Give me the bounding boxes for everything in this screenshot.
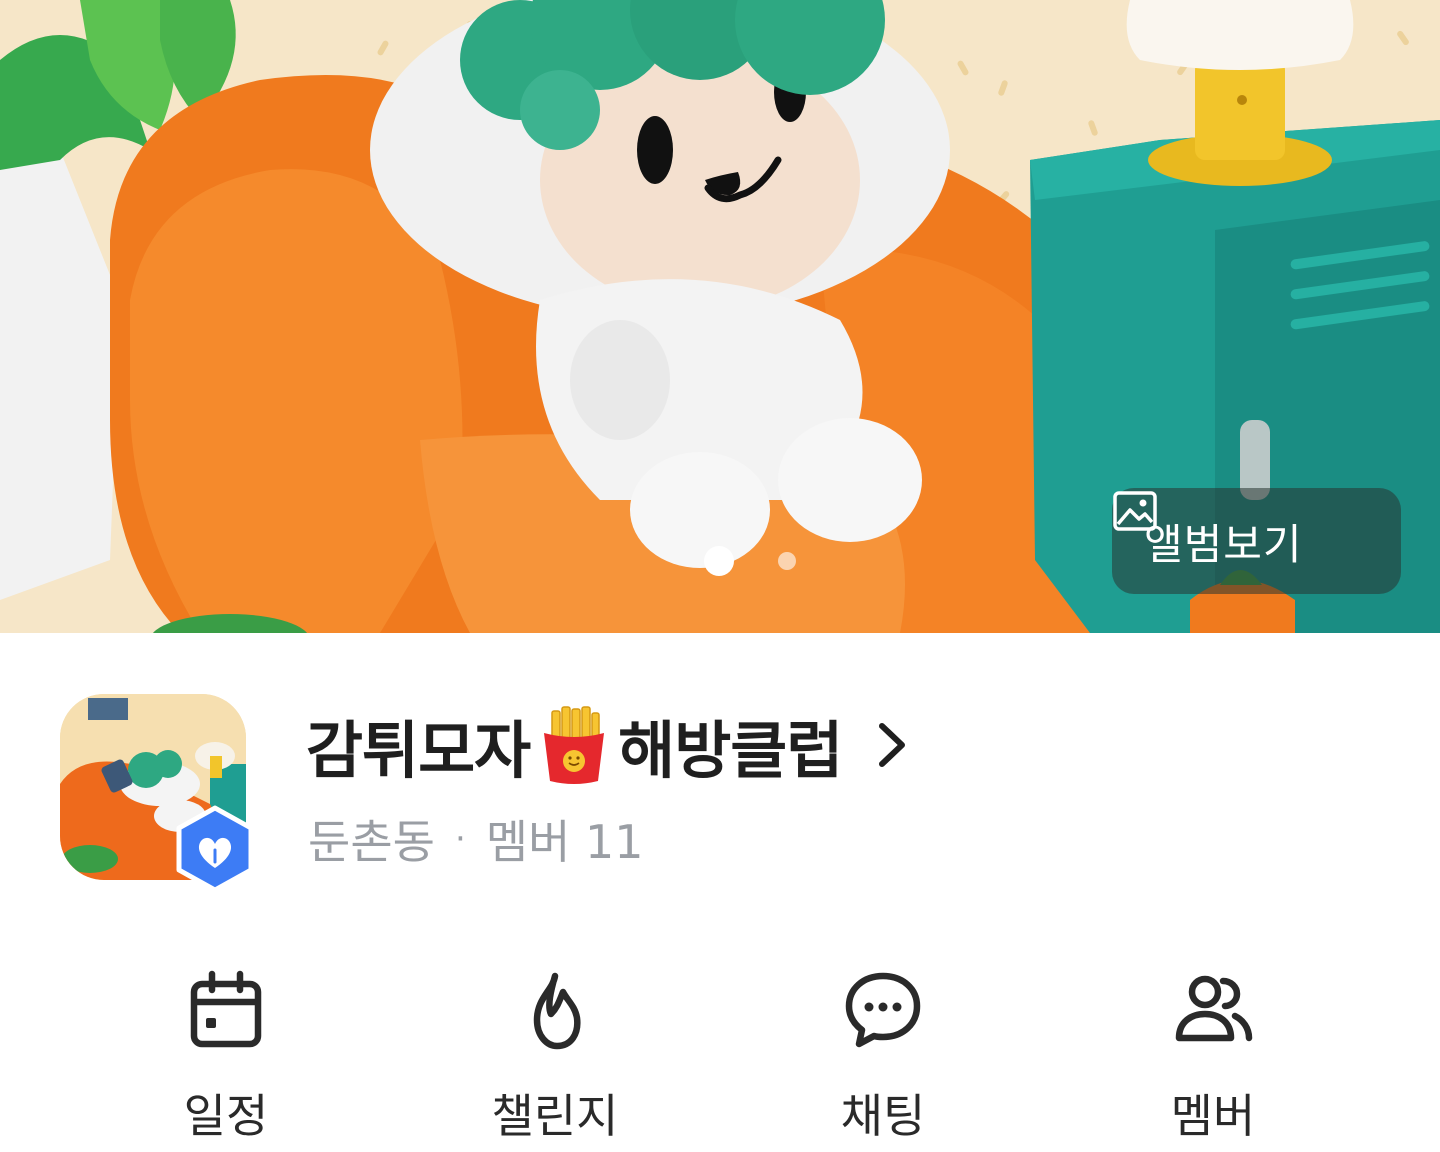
image-icon [1113,491,1157,531]
view-album-button[interactable]: 앨범보기 [1112,488,1401,594]
club-title-link[interactable]: 감튀모자 해방클럽 [306,702,912,788]
chat-button[interactable]: 채팅 [783,968,983,1148]
club-location: 둔촌동 [308,815,435,869]
members-button[interactable]: 멤버 [1113,968,1313,1148]
club-member-count: 멤버 11 [485,815,644,869]
chevron-right-icon [879,723,906,767]
carousel-indicator [704,546,796,576]
club-name-part2: 해방클럽 [618,714,843,787]
chat-label: 채팅 [840,1089,926,1143]
challenge-label: 챌린지 [491,1089,619,1143]
hero-banner[interactable]: 앨범보기 [0,0,1440,633]
members-icon [1175,975,1253,1042]
carousel-dot-active[interactable] [704,546,734,576]
club-name-part1: 감튀모자 [306,714,531,787]
view-album-label: 앨범보기 [1144,519,1303,569]
meta-separator: · [454,819,466,859]
members-label: 멤버 [1170,1089,1256,1143]
carousel-dot[interactable] [778,552,796,570]
challenge-button[interactable]: 챌린지 [455,968,655,1148]
calendar-icon [190,970,262,1048]
schedule-button[interactable]: 일정 [126,968,326,1148]
verified-badge-icon [176,805,254,893]
flame-icon [533,972,581,1050]
schedule-label: 일정 [183,1089,269,1143]
chat-bubble-icon [845,972,921,1048]
french-fries-emoji-icon [544,706,605,784]
club-meta: 둔촌동 · 멤버 11 [308,806,644,872]
